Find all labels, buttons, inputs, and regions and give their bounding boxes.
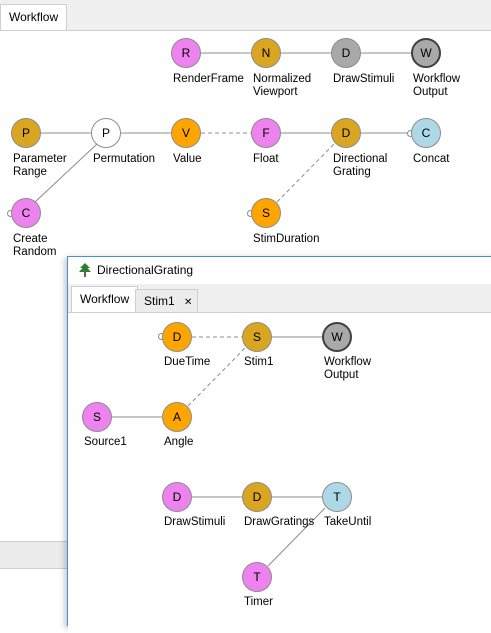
edge-duration-grating <box>276 143 335 203</box>
node-label-float: Float <box>253 153 279 165</box>
node-label-source1: Source1 <box>84 436 127 448</box>
node-label-due-time: DueTime <box>164 356 211 368</box>
node-label-timer: Timer <box>244 596 273 608</box>
node-permutation[interactable]: P <box>91 118 121 148</box>
node-label-take-until: TakeUntil <box>324 516 372 528</box>
node-label-angle: Angle <box>164 436 194 448</box>
node-label-parameter-range: Parameter Range <box>13 153 67 178</box>
node-create-random[interactable]: C <box>11 198 41 228</box>
node-label-stim-duration: StimDuration <box>253 233 320 245</box>
node-directional-grating[interactable]: D <box>331 118 361 148</box>
node-label-create-random: Create Random <box>13 233 57 258</box>
directional-grating-window[interactable]: DirectionalGrating Workflow Stim1 ✕ D Du… <box>67 256 491 633</box>
node-source1[interactable]: S <box>82 402 112 432</box>
node-label-permutation: Permutation <box>93 153 156 165</box>
node-stim1[interactable]: S <box>242 322 272 352</box>
node-stim-duration[interactable]: S <box>251 198 281 228</box>
node-label-workflow-output: Workflow Output <box>324 356 372 381</box>
node-take-until[interactable]: T <box>322 482 352 512</box>
node-label-concat: Concat <box>413 153 450 165</box>
node-label-draw-stimuli: DrawStimuli <box>164 516 226 528</box>
node-angle[interactable]: A <box>162 402 192 432</box>
node-timer[interactable]: T <box>242 562 272 592</box>
node-label-value: Value <box>173 153 202 165</box>
dialog-edges <box>112 336 326 567</box>
node-label-normalized-viewport: Normalized Viewport <box>253 73 312 98</box>
node-normalized-viewport[interactable]: N <box>251 38 281 68</box>
node-float[interactable]: F <box>251 118 281 148</box>
node-workflow-output[interactable]: W <box>411 38 441 68</box>
node-parameter-range[interactable]: P <box>11 118 41 148</box>
node-label-render-frame: RenderFrame <box>173 73 244 85</box>
node-label-workflow-output: Workflow Output <box>413 73 461 98</box>
node-label-draw-stimuli: DrawStimuli <box>333 73 395 85</box>
node-workflow-output[interactable]: W <box>322 322 352 352</box>
node-concat[interactable]: C <box>411 118 441 148</box>
node-value[interactable]: V <box>171 118 201 148</box>
node-due-time[interactable]: D <box>162 322 192 352</box>
node-label-stim1: Stim1 <box>244 356 274 368</box>
node-draw-gratings[interactable]: D <box>242 482 272 512</box>
node-draw-stimuli[interactable]: D <box>331 38 361 68</box>
node-render-frame[interactable]: R <box>171 38 201 68</box>
node-draw-stimuli[interactable]: D <box>162 482 192 512</box>
node-label-directional-grating: Directional Grating <box>333 153 388 178</box>
node-label-draw-gratings: DrawGratings <box>244 516 315 528</box>
